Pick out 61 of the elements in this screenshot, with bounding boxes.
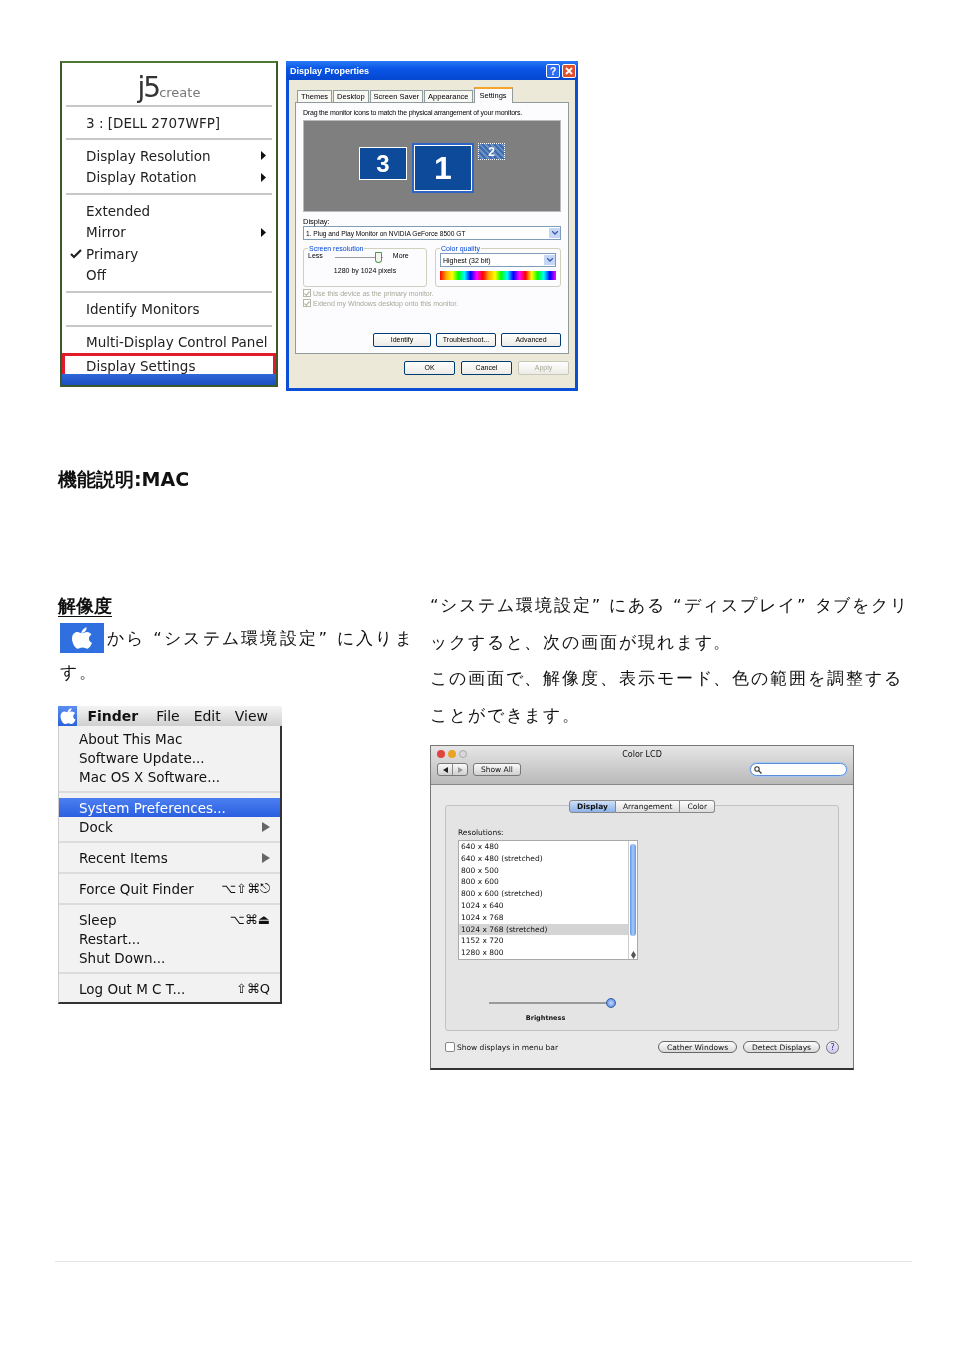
menu-bar-item[interactable]: View	[234, 708, 268, 724]
checkmark-icon	[70, 248, 82, 259]
scroll-down-icon[interactable]	[630, 955, 636, 959]
instruction-text: す。	[60, 663, 99, 682]
instruction-text: この画面で、解像度、表示モード、色の範囲を調整することができます。	[430, 668, 904, 727]
help-button[interactable]: ?	[546, 63, 560, 78]
submenu-arrow-icon	[262, 821, 270, 832]
menu-item[interactable]: Recent Items	[59, 848, 280, 867]
menu-item[interactable]: Dock	[59, 817, 280, 836]
menu-bar-item[interactable]: Finder	[87, 708, 139, 724]
scroll-up-icon[interactable]	[630, 951, 636, 955]
menu-item[interactable]: Primary	[64, 243, 274, 265]
menu-item[interactable]: Force Quit Finder ⌥⇧⌘⎋	[59, 879, 280, 898]
scrollbar[interactable]	[628, 841, 637, 959]
submenu-arrow-icon	[261, 151, 266, 161]
menu-item[interactable]: Shut Down...	[59, 948, 280, 967]
menu-item[interactable]: Sleep ⌥⌘⏏	[59, 910, 280, 929]
menu-item[interactable]: Identify Monitors	[64, 298, 274, 320]
menu-item[interactable]: System Preferences...	[59, 798, 280, 817]
caret-icon	[546, 258, 553, 262]
section-heading: 機能説明:MAC	[58, 467, 191, 491]
monitor-icon[interactable]: 3	[359, 147, 407, 180]
monitor-icon[interactable]: 1	[412, 143, 474, 193]
menu-item[interactable]: Display Rotation	[64, 166, 274, 188]
menu-item[interactable]: 3 : [DELL 2707WFP]	[62, 107, 276, 138]
menu-item[interactable]: Display Resolution	[64, 145, 274, 167]
menu-item[interactable]: Mac OS X Software...	[59, 767, 280, 786]
search-field[interactable]	[750, 763, 847, 776]
apple-icon[interactable]	[58, 706, 78, 726]
menu-item[interactable]: Display Settings	[64, 355, 274, 377]
instruction-text: “システム環境設定” にある “ディスプレイ” タブをクリックすると、次の画面が現れます。	[430, 595, 910, 654]
help-button[interactable]: ?	[826, 1040, 839, 1054]
menu-item[interactable]: Log Out M C T... ⇧⌘Q	[59, 979, 280, 998]
back-arrow-icon[interactable]	[442, 766, 448, 773]
caret-icon	[551, 231, 558, 235]
slider-thumb[interactable]	[375, 252, 382, 263]
menu-item[interactable]: Software Update...	[59, 748, 280, 767]
instruction-text: から “システム環境設定” に入りま	[107, 629, 414, 648]
forward-arrow-icon[interactable]	[457, 766, 463, 773]
close-icon[interactable]	[562, 63, 576, 78]
menu-item[interactable]: Off	[64, 264, 274, 286]
menu-item[interactable]: Restart...	[59, 929, 280, 948]
apple-icon	[60, 622, 104, 653]
search-icon	[754, 765, 762, 774]
slider-thumb[interactable]	[606, 998, 616, 1008]
submenu-arrow-icon	[262, 852, 270, 863]
menu-item[interactable]: About This Mac	[59, 729, 280, 748]
window-title: Color LCD	[621, 749, 663, 759]
subsection-heading: 解像度	[58, 594, 113, 618]
window-title: Display Properties	[290, 65, 371, 76]
menu-bar-item[interactable]: File	[156, 708, 180, 724]
menu-item[interactable]: Multi-Display Control Panel	[64, 331, 274, 353]
close-icon[interactable]	[437, 750, 445, 758]
menu-bar-item[interactable]: Edit	[193, 708, 221, 724]
submenu-arrow-icon	[261, 172, 266, 182]
submenu-arrow-icon	[261, 227, 266, 237]
resolution-slider[interactable]	[334, 252, 383, 262]
menu-item[interactable]: Mirror	[64, 221, 274, 243]
logo: j5create	[136, 70, 202, 105]
menu-item[interactable]: Extended	[64, 200, 274, 222]
navigation-buttons[interactable]	[437, 763, 468, 776]
